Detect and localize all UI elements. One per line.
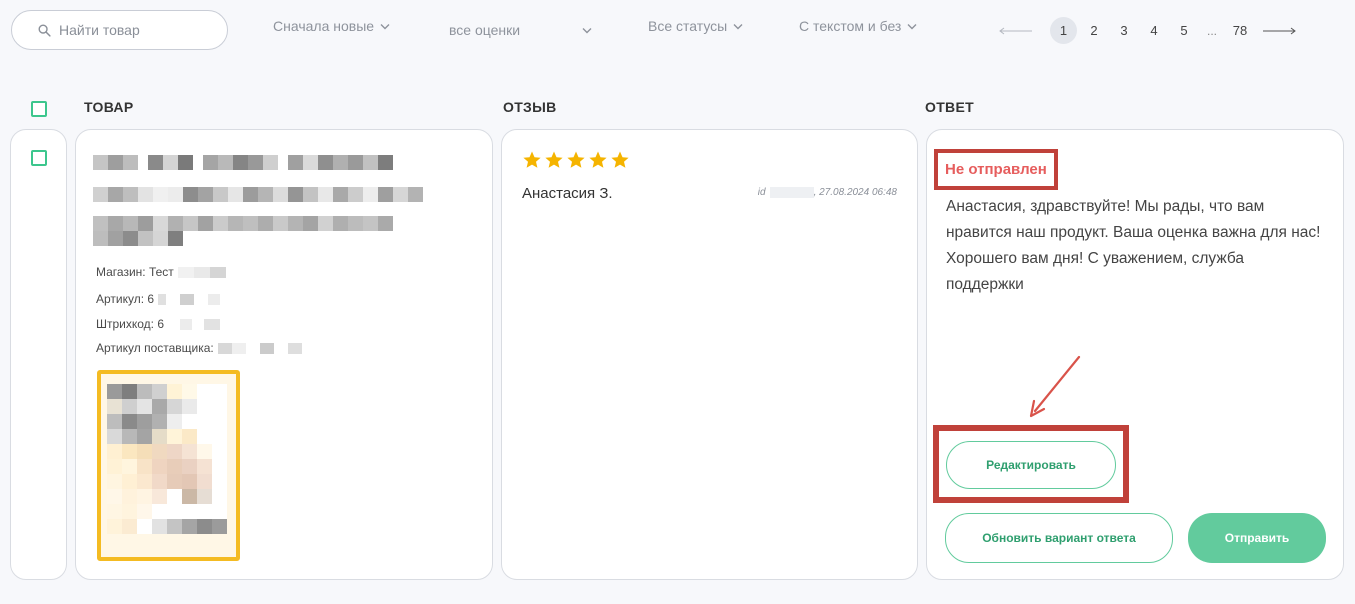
send-button[interactable]: Отправить — [1188, 513, 1326, 563]
row-checkbox[interactable] — [31, 150, 47, 166]
store-label: Магазин: Тест — [96, 265, 174, 279]
answer-card: Не отправлен Анастасия, здравствуйте! Мы… — [926, 129, 1344, 580]
supplier-article-label: Артикул поставщика: — [96, 341, 214, 355]
prev-page-arrow-icon[interactable] — [998, 27, 1034, 35]
review-id-blurred — [769, 187, 814, 198]
column-header-review: ОТЗЫВ — [503, 99, 557, 115]
article-label: Артикул: 6 — [96, 292, 155, 306]
sort-label: Сначала новые — [273, 18, 375, 34]
text-filter-dropdown[interactable]: С текстом и без — [799, 18, 917, 34]
product-image-blurred — [107, 384, 227, 534]
row-select-cell — [10, 129, 67, 580]
star-icon — [567, 151, 585, 168]
answer-status: Не отправлен — [945, 161, 1047, 178]
chevron-down-icon — [907, 23, 917, 29]
chevron-down-icon — [582, 27, 592, 33]
page-ellipsis: ... — [1206, 23, 1217, 38]
column-header-product: ТОВАР — [84, 99, 134, 115]
rating-label: все оценки — [449, 22, 521, 38]
product-image[interactable] — [97, 370, 240, 561]
supplier-article-row: Артикул поставщика: — [96, 341, 302, 355]
page-3[interactable]: 3 — [1109, 17, 1139, 44]
review-meta: id , 27.08.2024 06:48 — [758, 187, 897, 198]
status-dropdown[interactable]: Все статусы — [648, 18, 743, 34]
search-box[interactable] — [11, 10, 228, 50]
barcode-label: Штрихкод: 6 — [96, 317, 165, 331]
select-all-checkbox[interactable] — [31, 101, 47, 117]
search-icon — [38, 24, 51, 37]
page-4[interactable]: 4 — [1139, 17, 1169, 44]
edit-button[interactable]: Редактировать — [946, 441, 1116, 489]
status-filter-label: Все статусы — [648, 18, 728, 34]
chevron-down-icon — [380, 23, 390, 29]
product-title-blurred — [93, 155, 393, 170]
star-icon — [545, 151, 563, 168]
search-input[interactable] — [59, 22, 209, 38]
star-icon — [523, 151, 541, 168]
review-id-prefix: id — [757, 187, 766, 198]
review-card: Анастасия З. id , 27.08.2024 06:48 — [501, 129, 918, 580]
page-1[interactable]: 1 — [1050, 17, 1077, 44]
sort-dropdown[interactable]: Сначала новые — [273, 18, 390, 34]
rating-stars — [522, 150, 630, 170]
pagination: 1 2 3 4 5 ... 78 — [998, 17, 1297, 44]
product-card: Магазин: Тест Артикул: 6 Штрихкод: 6 Арт… — [75, 129, 493, 580]
text-filter-label: С текстом и без — [799, 18, 902, 34]
barcode-row: Штрихкод: 6 — [96, 317, 221, 331]
star-icon — [611, 151, 629, 168]
column-header-answer: ОТВЕТ — [925, 99, 974, 115]
page-2[interactable]: 2 — [1079, 17, 1109, 44]
page-last[interactable]: 78 — [1225, 17, 1255, 44]
article-row: Артикул: 6 — [96, 292, 221, 306]
chevron-down-icon — [733, 23, 743, 29]
answer-text: Анастасия, здравствуйте! Мы рады, что ва… — [946, 198, 1321, 293]
store-row: Магазин: Тест — [96, 265, 226, 279]
review-date: , 27.08.2024 06:48 — [813, 187, 897, 198]
review-author: Анастасия З. — [522, 185, 613, 202]
update-answer-button[interactable]: Обновить вариант ответа — [945, 513, 1173, 563]
next-page-arrow-icon[interactable] — [1261, 27, 1297, 35]
annotation-arrow-icon — [1029, 355, 1081, 418]
rating-dropdown[interactable]: все оценки — [449, 22, 592, 38]
star-icon — [589, 151, 607, 168]
page-5[interactable]: 5 — [1169, 17, 1199, 44]
status-highlight: Не отправлен — [934, 149, 1058, 190]
